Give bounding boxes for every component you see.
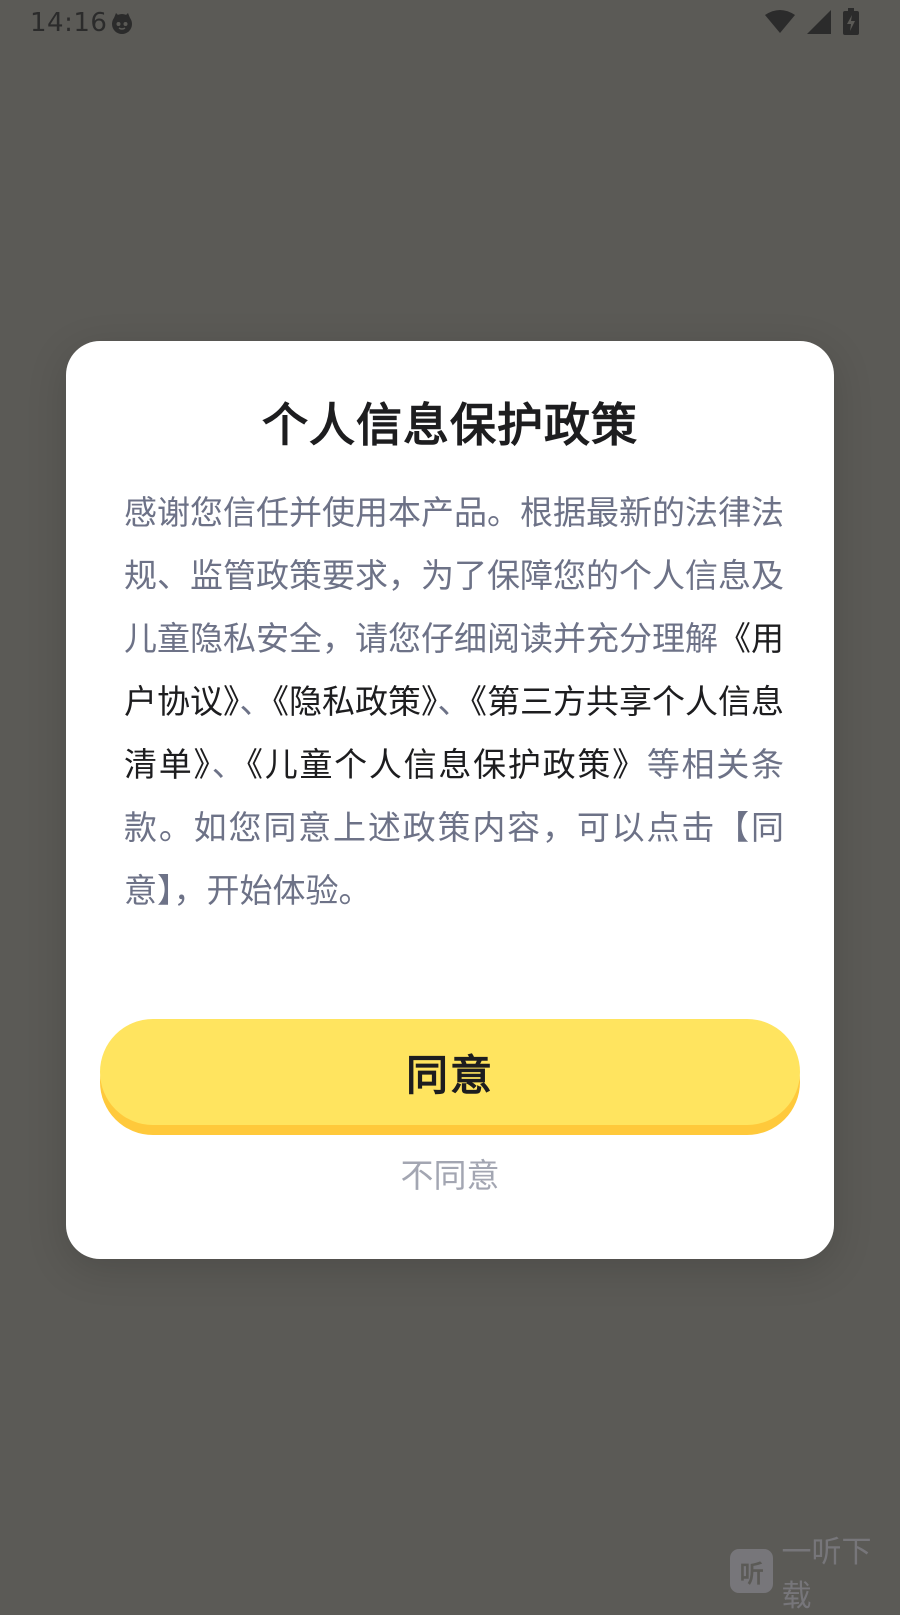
separator: 、 xyxy=(437,682,471,721)
cellular-signal-icon xyxy=(806,9,832,39)
watermark: 听 一听下载 xyxy=(730,1535,900,1614)
cat-notification-icon xyxy=(110,11,134,35)
wifi-icon xyxy=(764,9,796,39)
body-intro: 感谢您信任并使用本产品。根据最新的法律法规、监管政策要求，为了保障您的个人信息及… xyxy=(124,493,784,658)
watermark-logo: 听 xyxy=(730,1549,774,1593)
status-time: 14:16 xyxy=(30,8,108,38)
agree-button-label: 同意 xyxy=(405,1051,494,1099)
watermark-text: 一听下载 xyxy=(781,1535,872,1614)
dialog-body: 感谢您信任并使用本产品。根据最新的法律法规、监管政策要求，为了保障您的个人信息及… xyxy=(124,481,784,922)
child-privacy-policy-link[interactable]: 《儿童个人信息保护政策》 xyxy=(246,745,646,784)
separator: 、 xyxy=(239,682,273,721)
agree-button[interactable]: 同意 xyxy=(100,1019,800,1125)
separator: 、 xyxy=(211,745,247,784)
dialog-title: 个人信息保护政策 xyxy=(262,398,638,452)
battery-charging-icon xyxy=(842,8,860,40)
status-bar: 14:16 xyxy=(0,0,900,46)
privacy-dialog: 个人信息保护政策 感谢您信任并使用本产品。根据最新的法律法规、监管政策要求，为了… xyxy=(66,341,834,1259)
disagree-button[interactable]: 不同意 xyxy=(66,1149,834,1197)
privacy-policy-link[interactable]: 《隐私政策》 xyxy=(273,682,438,721)
status-right-icons xyxy=(764,8,860,40)
